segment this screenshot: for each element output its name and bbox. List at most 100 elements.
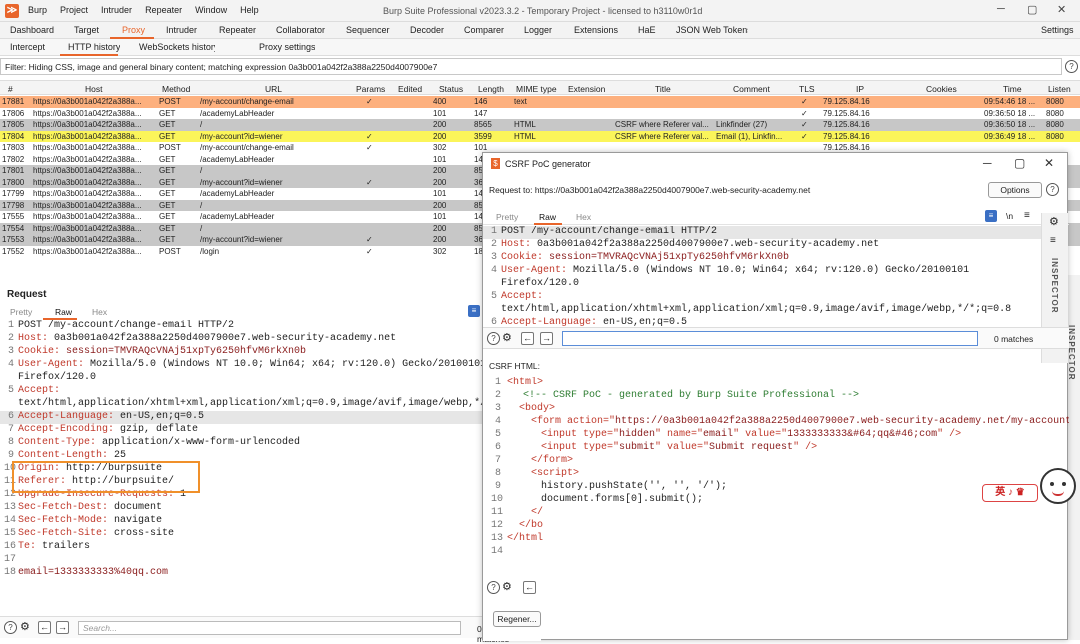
line-text: POST /my-account/change-email HTTP/2 [18, 320, 234, 331]
list-icon[interactable]: ≡ [1050, 235, 1056, 246]
tab-comparer[interactable]: Comparer [464, 25, 504, 35]
close-icon[interactable]: ✕ [1044, 156, 1054, 170]
header-value: Mozilla/5.0 (Windows NT 10.0; Win64; x64… [567, 265, 970, 276]
code-token: " name=" [655, 429, 704, 440]
menu-icon[interactable]: ≡ [1024, 210, 1030, 221]
column-header-ip[interactable]: IP [856, 84, 864, 94]
request-search-input[interactable]: Search... [78, 621, 461, 635]
tab-dashboard[interactable]: Dashboard [10, 25, 54, 35]
minimize-icon[interactable]: ─ [997, 3, 1005, 15]
column-header-method[interactable]: Method [162, 84, 190, 94]
regenerate-button[interactable]: Regener... [493, 611, 541, 627]
filter-bar[interactable]: Filter: Hiding CSS, image and general bi… [0, 58, 1062, 75]
column-header-extension[interactable]: Extension [568, 84, 605, 94]
csrf-tab-raw[interactable]: Raw [539, 212, 556, 222]
column-header-comment[interactable]: Comment [733, 84, 770, 94]
wrap-icon[interactable]: ≡ [468, 305, 480, 317]
settings-gear-icon[interactable]: ⚙ [502, 331, 512, 344]
line-text: <input type="hidden" name="email" value=… [507, 429, 961, 440]
options-button[interactable]: Options [988, 182, 1042, 198]
column-header-host[interactable]: Host [85, 84, 102, 94]
code-line: 4 User-Agent: Mozilla/5.0 (Windows NT 10.… [0, 359, 483, 372]
back-arrow-icon[interactable]: ← [38, 621, 51, 634]
cell-length: 147 [474, 108, 488, 118]
newline-icon[interactable]: \n [1006, 211, 1013, 221]
tab-target[interactable]: Target [74, 25, 99, 35]
highlight-box [12, 461, 200, 493]
subtab-proxy-settings[interactable]: Proxy settings [259, 42, 315, 52]
column-header-cookies[interactable]: Cookies [926, 84, 957, 94]
column-header-params[interactable]: Params [356, 84, 385, 94]
line-text: <form action="https://0a3b001a042f2a388a… [507, 416, 1069, 427]
tab-extensions[interactable]: Extensions [574, 25, 618, 35]
help-icon[interactable]: ? [1065, 60, 1078, 73]
menu-item-window[interactable]: Window [195, 5, 227, 15]
tab-hae[interactable]: HaE [638, 25, 656, 35]
menu-item-intruder[interactable]: Intruder [101, 5, 132, 15]
column-header-title[interactable]: Title [655, 84, 671, 94]
settings-gear-icon[interactable]: ⚙ [20, 620, 30, 633]
close-icon[interactable]: ✕ [1057, 3, 1066, 16]
tab-proxy[interactable]: Proxy [122, 25, 145, 35]
request-title: Request [7, 289, 47, 300]
subtab-websockets-history[interactable]: WebSockets history [139, 42, 215, 52]
tab-settings[interactable]: Settings [1041, 25, 1074, 35]
back-arrow-icon[interactable]: ← [521, 332, 534, 345]
cell-mime: text [514, 97, 527, 106]
code-line: 16 Te: trailers [0, 541, 483, 554]
header-name: Content-Type: [18, 437, 97, 448]
table-row[interactable]: 17805 https://0a3b001a042f2a388a... GET / 20… [0, 119, 1080, 131]
table-row[interactable]: 17881 https://0a3b001a042f2a388a... POST/m… [0, 96, 1080, 108]
menu-item-help[interactable]: Help [240, 5, 259, 15]
code-token: history.pushState('', '', '/'); [541, 481, 728, 492]
help-icon[interactable]: ? [487, 332, 500, 345]
minimize-icon[interactable]: ─ [983, 156, 992, 170]
tab-intruder[interactable]: Intruder [166, 25, 197, 35]
cell-length: 3599 [474, 131, 492, 141]
column-header-listen[interactable]: Listen [1048, 84, 1071, 94]
line-number: 2 [7, 333, 14, 344]
header-name: Te: [18, 541, 37, 552]
request-tab-hex[interactable]: Hex [92, 307, 107, 317]
forward-arrow-icon[interactable]: → [540, 332, 553, 345]
csrf-search-input[interactable] [562, 331, 978, 346]
csrf-request-editor[interactable]: 1 POST /my-account/change-email HTTP/2 2 Ho… [483, 226, 1041, 329]
column-header-url[interactable]: URL [265, 84, 282, 94]
column-header-status[interactable]: Status [439, 84, 463, 94]
column-header-edited[interactable]: Edited [398, 84, 422, 94]
column-header-#[interactable]: # [8, 84, 13, 94]
column-header-time[interactable]: Time [1003, 84, 1022, 94]
line-number: 6 [494, 442, 501, 453]
settings-gear-icon[interactable]: ⚙ [502, 580, 512, 593]
column-header-tls[interactable]: TLS [799, 84, 815, 94]
forward-arrow-icon[interactable]: → [56, 621, 69, 634]
code-token: </ [531, 507, 544, 518]
request-tab-pretty[interactable]: Pretty [10, 307, 32, 317]
csrf-tab-pretty[interactable]: Pretty [496, 212, 518, 222]
column-header-mime-type[interactable]: MIME type [516, 84, 557, 94]
tab-logger[interactable]: Logger [524, 25, 552, 35]
tab-sequencer[interactable]: Sequencer [346, 25, 390, 35]
request-tab-raw[interactable]: Raw [55, 307, 72, 317]
subtab-http-history[interactable]: HTTP history [68, 42, 120, 52]
maximize-icon[interactable]: ▢ [1014, 156, 1025, 170]
maximize-icon[interactable]: ▢ [1027, 3, 1037, 16]
tab-collaborator[interactable]: Collaborator [276, 25, 325, 35]
column-header-length[interactable]: Length [478, 84, 504, 94]
menu-item-project[interactable]: Project [60, 5, 88, 15]
menu-item-repeater[interactable]: Repeater [145, 5, 182, 15]
tab-repeater[interactable]: Repeater [219, 25, 256, 35]
help-icon[interactable]: ? [4, 621, 17, 634]
settings-gear-icon[interactable]: ⚙ [1049, 215, 1059, 228]
table-row[interactable]: 17806 https://0a3b001a042f2a388a... GET/ac… [0, 108, 1080, 120]
menu-item-burp[interactable]: Burp [28, 5, 47, 15]
wrap-icon[interactable]: ≡ [985, 210, 997, 222]
tab-json-web-tokens[interactable]: JSON Web Tokens [676, 25, 748, 35]
help-icon[interactable]: ? [1046, 183, 1059, 196]
csrf-tab-hex[interactable]: Hex [576, 212, 591, 222]
help-icon[interactable]: ? [487, 581, 500, 594]
back-arrow-icon[interactable]: ← [523, 581, 536, 594]
subtab-intercept[interactable]: Intercept [10, 42, 45, 52]
tab-decoder[interactable]: Decoder [410, 25, 444, 35]
table-row[interactable]: 17804 https://0a3b001a042f2a388a... GET/my… [0, 130, 1080, 142]
